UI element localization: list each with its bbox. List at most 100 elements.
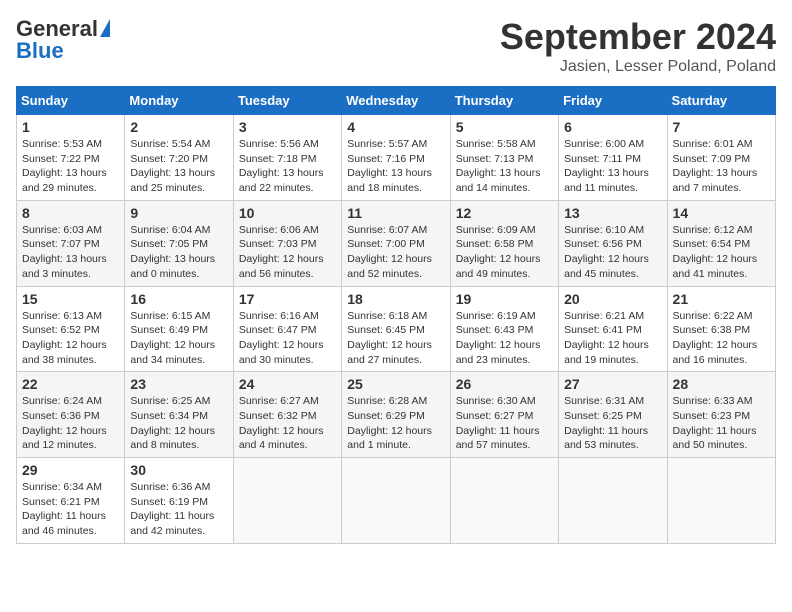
- title-area: September 2024 Jasien, Lesser Poland, Po…: [500, 16, 776, 76]
- calendar-cell: 4 Sunrise: 5:57 AM Sunset: 7:16 PM Daylig…: [342, 115, 450, 201]
- day-number: 27: [564, 376, 661, 392]
- day-info: Sunrise: 5:58 AM Sunset: 7:13 PM Dayligh…: [456, 137, 553, 196]
- day-number: 7: [673, 119, 770, 135]
- week-row-1: 1 Sunrise: 5:53 AM Sunset: 7:22 PM Daylig…: [17, 115, 776, 201]
- calendar-cell: 5 Sunrise: 5:58 AM Sunset: 7:13 PM Daylig…: [450, 115, 558, 201]
- calendar-cell: 16 Sunrise: 6:15 AM Sunset: 6:49 PM Dayli…: [125, 286, 233, 372]
- calendar-cell: 11Sunrise: 6:07 AM Sunset: 7:00 PM Dayli…: [342, 200, 450, 286]
- calendar-cell: [667, 458, 775, 544]
- day-number: 6: [564, 119, 661, 135]
- day-number: 4: [347, 119, 444, 135]
- calendar-body: 1 Sunrise: 5:53 AM Sunset: 7:22 PM Daylig…: [17, 115, 776, 544]
- day-number: 13: [564, 205, 661, 221]
- day-info: Sunrise: 6:30 AM Sunset: 6:27 PM Dayligh…: [456, 394, 553, 453]
- day-number: 9: [130, 205, 227, 221]
- location: Jasien, Lesser Poland, Poland: [500, 58, 776, 76]
- logo-blue: Blue: [16, 38, 64, 64]
- day-info: Sunrise: 6:22 AM Sunset: 6:38 PM Dayligh…: [673, 309, 770, 368]
- day-info: Sunrise: 6:07 AM Sunset: 7:00 PM Dayligh…: [347, 223, 444, 282]
- day-number: 8: [22, 205, 119, 221]
- day-info: Sunrise: 6:13 AM Sunset: 6:52 PM Dayligh…: [22, 309, 119, 368]
- day-number: 17: [239, 291, 336, 307]
- weekday-tuesday: Tuesday: [233, 87, 341, 115]
- calendar-cell: 2 Sunrise: 5:54 AM Sunset: 7:20 PM Daylig…: [125, 115, 233, 201]
- day-info: Sunrise: 6:06 AM Sunset: 7:03 PM Dayligh…: [239, 223, 336, 282]
- day-number: 3: [239, 119, 336, 135]
- weekday-sunday: Sunday: [17, 87, 125, 115]
- day-info: Sunrise: 6:25 AM Sunset: 6:34 PM Dayligh…: [130, 394, 227, 453]
- calendar-cell: 28Sunrise: 6:33 AM Sunset: 6:23 PM Dayli…: [667, 372, 775, 458]
- calendar-cell: 24 Sunrise: 6:27 AM Sunset: 6:32 PM Dayli…: [233, 372, 341, 458]
- day-info: Sunrise: 6:18 AM Sunset: 6:45 PM Dayligh…: [347, 309, 444, 368]
- calendar-cell: 7 Sunrise: 6:01 AM Sunset: 7:09 PM Daylig…: [667, 115, 775, 201]
- calendar-cell: 3 Sunrise: 5:56 AM Sunset: 7:18 PM Daylig…: [233, 115, 341, 201]
- day-number: 23: [130, 376, 227, 392]
- calendar-cell: [233, 458, 341, 544]
- day-number: 25: [347, 376, 444, 392]
- calendar-cell: 30Sunrise: 6:36 AM Sunset: 6:19 PM Dayli…: [125, 458, 233, 544]
- day-info: Sunrise: 6:00 AM Sunset: 7:11 PM Dayligh…: [564, 137, 661, 196]
- calendar-cell: 26 Sunrise: 6:30 AM Sunset: 6:27 PM Dayli…: [450, 372, 558, 458]
- week-row-2: 8 Sunrise: 6:03 AM Sunset: 7:07 PM Daylig…: [17, 200, 776, 286]
- calendar-cell: 27 Sunrise: 6:31 AM Sunset: 6:25 PM Dayli…: [559, 372, 667, 458]
- day-number: 26: [456, 376, 553, 392]
- day-info: Sunrise: 6:19 AM Sunset: 6:43 PM Dayligh…: [456, 309, 553, 368]
- week-row-5: 29Sunrise: 6:34 AM Sunset: 6:21 PM Dayli…: [17, 458, 776, 544]
- weekday-monday: Monday: [125, 87, 233, 115]
- calendar-cell: [450, 458, 558, 544]
- day-info: Sunrise: 6:16 AM Sunset: 6:47 PM Dayligh…: [239, 309, 336, 368]
- day-number: 24: [239, 376, 336, 392]
- weekday-friday: Friday: [559, 87, 667, 115]
- calendar-cell: 15Sunrise: 6:13 AM Sunset: 6:52 PM Dayli…: [17, 286, 125, 372]
- weekday-thursday: Thursday: [450, 87, 558, 115]
- logo: General Blue: [16, 16, 110, 64]
- calendar-cell: [559, 458, 667, 544]
- day-number: 29: [22, 462, 119, 478]
- day-number: 5: [456, 119, 553, 135]
- day-number: 14: [673, 205, 770, 221]
- day-number: 12: [456, 205, 553, 221]
- day-number: 21: [673, 291, 770, 307]
- weekday-saturday: Saturday: [667, 87, 775, 115]
- day-info: Sunrise: 5:56 AM Sunset: 7:18 PM Dayligh…: [239, 137, 336, 196]
- day-number: 20: [564, 291, 661, 307]
- day-info: Sunrise: 6:03 AM Sunset: 7:07 PM Dayligh…: [22, 223, 119, 282]
- calendar-cell: 14Sunrise: 6:12 AM Sunset: 6:54 PM Dayli…: [667, 200, 775, 286]
- calendar-cell: 29Sunrise: 6:34 AM Sunset: 6:21 PM Dayli…: [17, 458, 125, 544]
- day-info: Sunrise: 6:21 AM Sunset: 6:41 PM Dayligh…: [564, 309, 661, 368]
- calendar-cell: 20 Sunrise: 6:21 AM Sunset: 6:41 PM Dayli…: [559, 286, 667, 372]
- calendar-cell: 17 Sunrise: 6:16 AM Sunset: 6:47 PM Dayli…: [233, 286, 341, 372]
- day-number: 10: [239, 205, 336, 221]
- day-info: Sunrise: 6:15 AM Sunset: 6:49 PM Dayligh…: [130, 309, 227, 368]
- weekday-header-row: SundayMondayTuesdayWednesdayThursdayFrid…: [17, 87, 776, 115]
- day-info: Sunrise: 6:09 AM Sunset: 6:58 PM Dayligh…: [456, 223, 553, 282]
- day-info: Sunrise: 6:36 AM Sunset: 6:19 PM Dayligh…: [130, 480, 227, 539]
- day-info: Sunrise: 6:27 AM Sunset: 6:32 PM Dayligh…: [239, 394, 336, 453]
- header: General Blue September 2024 Jasien, Less…: [16, 16, 776, 76]
- day-number: 16: [130, 291, 227, 307]
- day-info: Sunrise: 6:31 AM Sunset: 6:25 PM Dayligh…: [564, 394, 661, 453]
- day-info: Sunrise: 6:01 AM Sunset: 7:09 PM Dayligh…: [673, 137, 770, 196]
- day-number: 1: [22, 119, 119, 135]
- day-info: Sunrise: 5:53 AM Sunset: 7:22 PM Dayligh…: [22, 137, 119, 196]
- calendar-cell: 8 Sunrise: 6:03 AM Sunset: 7:07 PM Daylig…: [17, 200, 125, 286]
- day-info: Sunrise: 6:10 AM Sunset: 6:56 PM Dayligh…: [564, 223, 661, 282]
- calendar-cell: 6 Sunrise: 6:00 AM Sunset: 7:11 PM Daylig…: [559, 115, 667, 201]
- day-number: 19: [456, 291, 553, 307]
- calendar-cell: 9Sunrise: 6:04 AM Sunset: 7:05 PM Daylig…: [125, 200, 233, 286]
- day-info: Sunrise: 5:54 AM Sunset: 7:20 PM Dayligh…: [130, 137, 227, 196]
- calendar-cell: 13 Sunrise: 6:10 AM Sunset: 6:56 PM Dayli…: [559, 200, 667, 286]
- calendar-cell: [342, 458, 450, 544]
- day-number: 2: [130, 119, 227, 135]
- calendar-cell: 19 Sunrise: 6:19 AM Sunset: 6:43 PM Dayli…: [450, 286, 558, 372]
- logo-triangle-icon: [100, 19, 110, 37]
- week-row-4: 22Sunrise: 6:24 AM Sunset: 6:36 PM Dayli…: [17, 372, 776, 458]
- day-info: Sunrise: 5:57 AM Sunset: 7:16 PM Dayligh…: [347, 137, 444, 196]
- day-number: 22: [22, 376, 119, 392]
- calendar-cell: 22Sunrise: 6:24 AM Sunset: 6:36 PM Dayli…: [17, 372, 125, 458]
- day-number: 28: [673, 376, 770, 392]
- month-title: September 2024: [500, 16, 776, 58]
- calendar-cell: 12 Sunrise: 6:09 AM Sunset: 6:58 PM Dayli…: [450, 200, 558, 286]
- week-row-3: 15Sunrise: 6:13 AM Sunset: 6:52 PM Dayli…: [17, 286, 776, 372]
- calendar-cell: 23 Sunrise: 6:25 AM Sunset: 6:34 PM Dayli…: [125, 372, 233, 458]
